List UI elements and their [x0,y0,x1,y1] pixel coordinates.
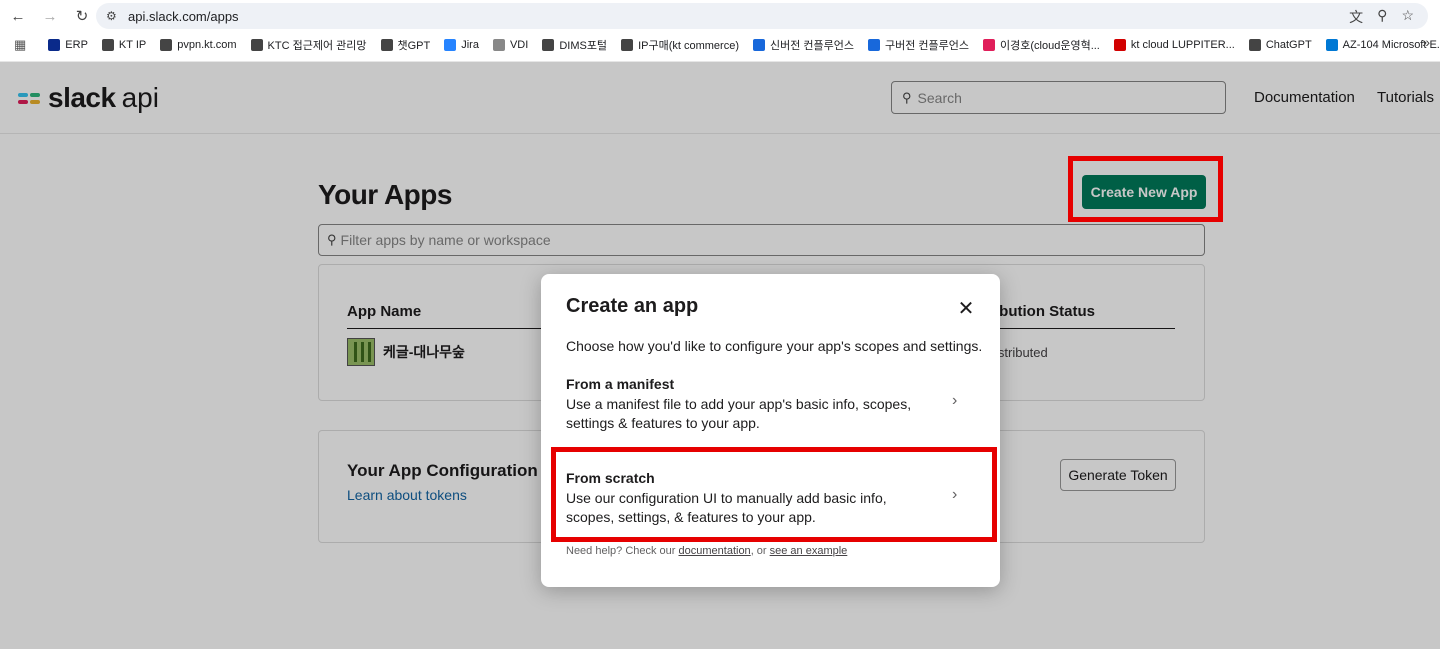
more-bookmarks-icon[interactable]: » [1422,34,1430,50]
bookmark-label: KT IP [118,39,147,51]
site-settings-icon[interactable]: ⚙ [106,9,122,23]
bookmark-star-icon[interactable]: ☆ [1401,7,1414,27]
bookmark-favicon-icon [101,39,114,51]
bookmark-favicon-icon [492,39,505,51]
bookmark-favicon-icon [250,39,263,51]
bookmark-label: 신버전 컨플루언스 [769,40,854,52]
highlight-from-scratch [551,447,997,542]
browser-nav-row: ← → ↻ ⚙ api.slack.com/apps 文 ⚲ ☆ [0,0,1440,32]
bookmarks-bar: ▦ ERP KT IP pvpn.kt.com KTC 접근제어 관리망 챗GPT Jir… [0,34,1440,56]
modal-title: Create an app [566,295,699,317]
bookmark-label: KTC 접근제어 관리망 [267,40,367,52]
bookmark-label: kt cloud LUPPITER... [1130,39,1235,51]
option-from-manifest[interactable]: From a manifest Use a manifest file to a… [554,368,986,446]
translate-icon[interactable]: 文 [1349,7,1363,27]
help-mid: , or [750,545,770,557]
bookmark-favicon-icon [868,39,880,51]
bookmark-item[interactable]: VDI [492,37,529,53]
close-icon[interactable]: ✕ [956,298,976,320]
bookmark-favicon-icon [1248,39,1261,51]
reload-icon[interactable]: ↻ [68,2,96,30]
bookmark-item[interactable]: 챗GPT [380,37,431,53]
help-text: Need help? Check our documentation, or s… [566,545,847,557]
bookmark-label: 구버전 컨플루언스 [885,40,970,52]
bookmark-label: pvpn.kt.com [177,39,237,51]
bookmark-favicon-icon [752,39,765,51]
bookmark-favicon-icon [380,39,393,51]
bookmark-label: DIMS포털 [559,40,608,52]
see-example-link[interactable]: see an example [770,545,848,557]
bookmark-item[interactable]: 구버전 컨플루언스 [868,37,969,53]
bookmark-label: ChatGPT [1265,39,1312,51]
bookmark-favicon-icon [1325,39,1338,51]
address-bar[interactable]: ⚙ api.slack.com/apps 文 ⚲ ☆ [96,3,1428,29]
bookmark-list: ERP KT IP pvpn.kt.com KTC 접근제어 관리망 챗GPT Jira V… [48,37,1440,53]
url-text: api.slack.com/apps [128,8,239,24]
back-arrow-icon[interactable]: ← [4,2,32,30]
bookmark-item[interactable]: DIMS포털 [542,37,607,53]
option-title: From a manifest [566,376,675,392]
bookmark-item[interactable]: KTC 접근제어 관리망 [250,37,367,53]
option-description: Use a manifest file to add your app's ba… [566,396,912,431]
bookmark-item[interactable]: pvpn.kt.com [160,37,237,53]
apps-grid-icon[interactable]: ▦ [14,37,26,53]
help-prefix: Need help? Check our [566,545,679,557]
bookmark-item[interactable]: 신버전 컨플루언스 [752,37,854,53]
bookmark-label: ERP [65,39,88,51]
bookmark-item[interactable]: Jira [444,37,479,53]
zoom-icon[interactable]: ⚲ [1377,7,1387,27]
bookmark-favicon-icon [983,39,996,51]
bookmark-item[interactable]: KT IP [101,37,147,53]
modal-subtitle: Choose how you'd like to configure your … [566,338,983,354]
bookmark-label: 이경호(cloud운영혁... [1000,40,1100,52]
bookmark-item[interactable]: kt cloud LUPPITER... [1113,37,1235,53]
bookmark-item[interactable]: 이경호(cloud운영혁... [983,37,1100,53]
bookmark-favicon-icon [48,39,61,51]
highlight-create-new-app [1068,156,1223,222]
bookmark-item[interactable]: ERP [48,37,88,53]
bookmark-favicon-icon [444,39,457,51]
bookmark-favicon-icon [1113,39,1126,51]
bookmark-label: 챗GPT [397,40,431,52]
chevron-right-icon: › [952,392,958,409]
bookmark-item[interactable]: ChatGPT [1248,37,1312,53]
forward-arrow-icon[interactable]: → [36,2,64,30]
browser-chrome: ← → ↻ ⚙ api.slack.com/apps 文 ⚲ ☆ ▦ ERP KT… [0,0,1440,62]
bookmark-favicon-icon [542,39,555,51]
documentation-link[interactable]: documentation [679,545,751,557]
bookmark-label: VDI [509,39,529,51]
bookmark-favicon-icon [621,39,634,51]
bookmark-label: IP구매(kt commerce) [638,40,739,52]
bookmark-favicon-icon [160,39,173,51]
bookmark-label: Jira [461,39,479,51]
bookmark-item[interactable]: IP구매(kt commerce) [621,37,739,53]
